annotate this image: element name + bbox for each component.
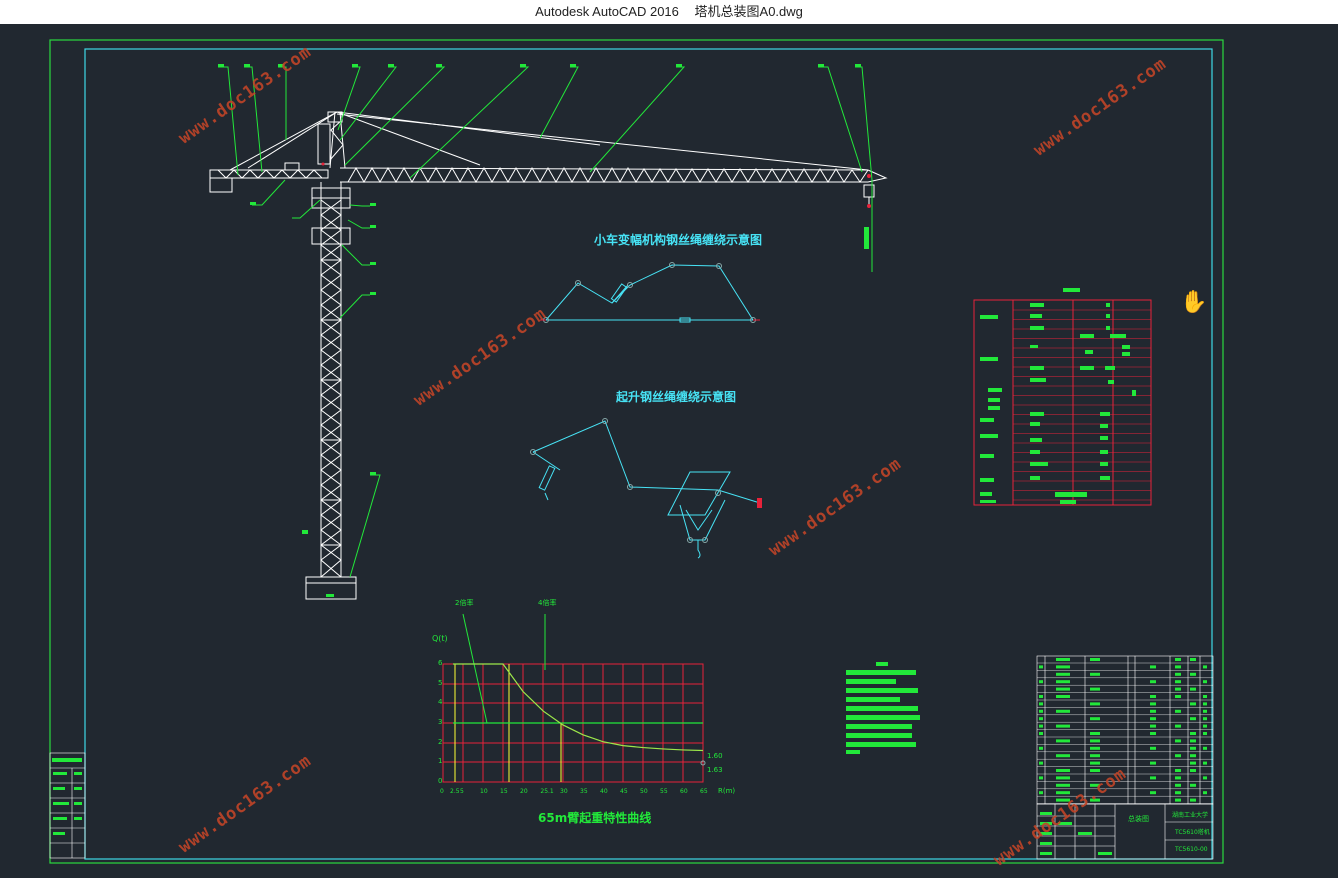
x-axis-label: R(m) [718,787,736,795]
x-tick-label: 10 [480,788,488,795]
title-block-drawing-name: 总装图 [1128,815,1149,823]
x-tick-label: 45 [620,788,628,795]
x-tick-label: 0 [440,788,444,795]
drawing-canvas[interactable]: 小车变幅机构钢丝绳缠绕示意图 起升钢丝绳缠绕示意图 65m臂起重特性曲线 Q(t… [0,24,1338,878]
x-tick-label: 25.1 [540,788,554,795]
trolley-rope-diagram [544,264,754,323]
left-stamp-table [49,752,86,859]
parameter-table [973,299,1152,506]
y-tick-label: 2 [438,737,443,746]
x-tick-label: 20 [520,788,528,795]
x-tick-label: 55 [660,788,668,795]
outer-frame [49,39,1224,864]
curve-4x [453,663,704,752]
x-tick-label: 65 [700,788,708,795]
x-tick-label: 60 [680,788,688,795]
x-tick-label: 40 [600,788,608,795]
y-tick-label: 0 [438,777,443,785]
y-tick-label: 1 [438,757,443,766]
title-block-drawing-number: TC5610-00 [1175,846,1208,853]
y-tick-label: 5 [438,678,443,687]
title-block-school: 湖南工业大学 [1172,812,1209,819]
x-tick-label: 15 [500,788,508,795]
window-titlebar: Autodesk AutoCAD 2016 塔机总装图A0.dwg [0,0,1338,24]
x-tick-label: 50 [640,788,648,795]
title-block-model: TC5610塔机 [1175,829,1210,836]
end-value-top: 1.60 [707,752,723,760]
hoist-rope-diagram [532,420,761,559]
x-tick-label: 2.5 [450,788,460,795]
tower-crane [209,111,888,600]
load-curve-title: 65m臂起重特性曲线 [538,811,652,825]
y-tick-label: 4 [438,698,443,707]
curve-label-2x: 2倍率 [455,599,474,607]
trolley-rope-title: 小车变幅机构钢丝绳缠绕示意图 [594,233,763,247]
curve-label-4x: 4倍率 [538,599,557,607]
hand-pan-icon: ✋ [1180,290,1208,315]
app-name: Autodesk AutoCAD 2016 [535,4,679,19]
x-tick-label: 35 [580,788,588,795]
file-name: 塔机总装图A0.dwg [694,4,803,19]
y-tick-label: 6 [438,659,443,667]
y-tick-label: 3 [438,718,443,726]
x-tick-label: 5 [460,788,464,795]
y-axis-label: Q(t) [432,634,448,643]
cad-drawing[interactable] [0,24,1338,878]
end-value-bottom: 1.63 [707,766,723,774]
hoist-rope-title: 起升钢丝绳缠绕示意图 [616,390,737,404]
technical-notes [846,662,920,754]
x-tick-label: 30 [560,788,568,795]
